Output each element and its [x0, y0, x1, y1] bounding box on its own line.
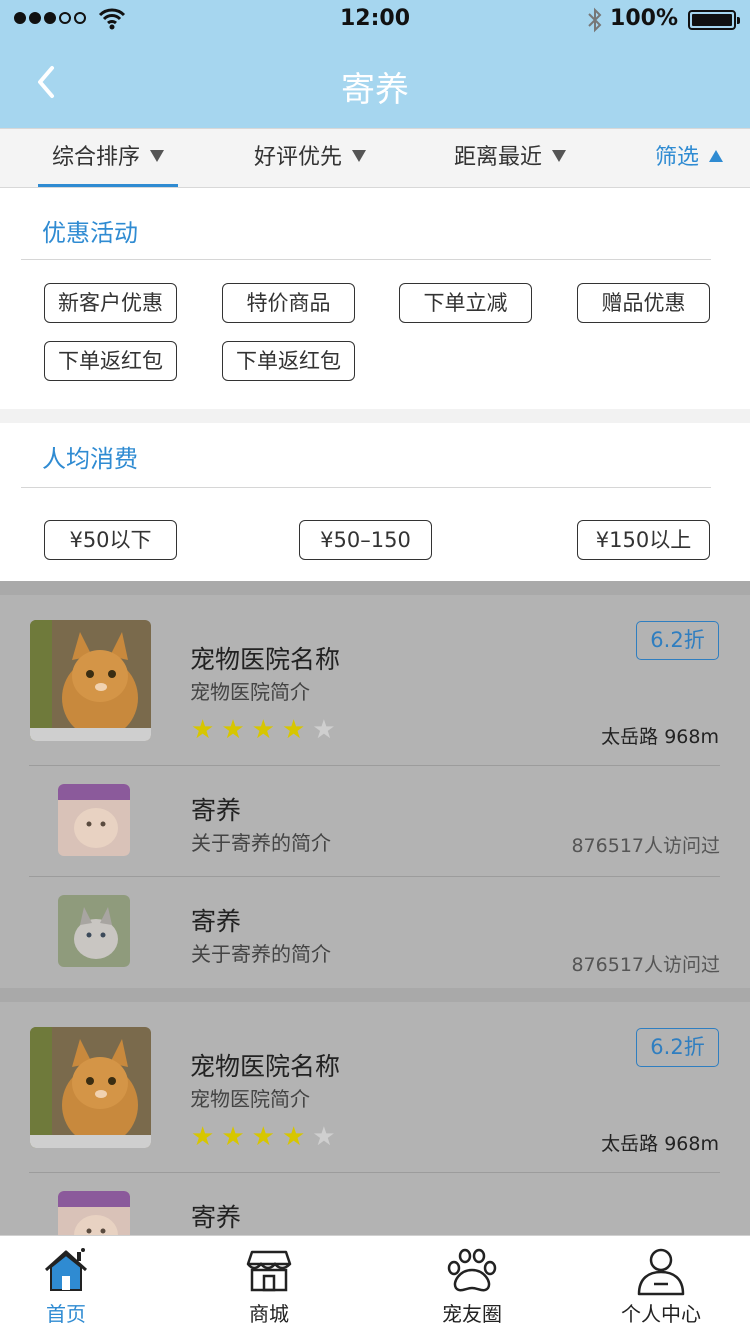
service-cat-image: [58, 895, 130, 967]
section-title: 优惠活动: [42, 219, 138, 247]
service-intro: 关于寄养的简介: [191, 831, 331, 855]
discount-badge: 6.2折: [636, 621, 719, 660]
star-filled-icon: ★: [281, 1122, 306, 1152]
divider: [21, 487, 711, 488]
divider: [29, 876, 720, 877]
star-empty-icon: ★: [312, 715, 336, 745]
hospital-name: 宠物医院名称: [190, 1052, 341, 1081]
section-gap: [0, 988, 750, 1002]
listing-card[interactable]: 宠物医院名称 宠物医院简介 6.2折 ★ ★ ★ ★ ★ 太岳路 968m 寄养…: [0, 595, 750, 988]
divider: [29, 1172, 720, 1173]
tab-label: 个人中心: [621, 1302, 701, 1326]
service-intro: 关于寄养的简介: [191, 942, 331, 966]
location-distance: 太岳路 968m: [601, 1133, 719, 1155]
section-title: 人均消费: [42, 445, 138, 473]
bottom-tab-bar: 首页 商城 宠友圈 个人中心: [0, 1235, 750, 1334]
visit-count: 876517人访问过: [571, 954, 720, 976]
status-bar: 12:00 100%: [0, 0, 750, 40]
filter-chip-red-packet[interactable]: 下单返红包: [222, 341, 355, 381]
star-filled-icon: ★: [191, 715, 215, 745]
price-chip-under-50[interactable]: ¥50以下: [44, 520, 177, 560]
discount-badge: 6.2折: [636, 1028, 719, 1067]
price-filter-section: 人均消费 ¥50以下 ¥50–150 ¥150以上: [0, 423, 750, 581]
filter-chip-red-packet[interactable]: 下单返红包: [44, 341, 177, 381]
battery-percentage: 100%: [610, 6, 678, 31]
location-distance: 太岳路 968m: [601, 726, 719, 748]
sort-tab-label: 距离最近: [454, 145, 543, 170]
rating-stars: ★ ★ ★ ★ ★: [191, 1124, 336, 1150]
caret-down-icon: [150, 150, 165, 162]
tab-pet-circle[interactable]: 宠友圈: [406, 1236, 538, 1334]
sort-tab-distance[interactable]: 距离最近: [454, 129, 567, 187]
price-chip-50-150[interactable]: ¥50–150: [299, 520, 432, 560]
divider: [21, 259, 711, 260]
tab-profile[interactable]: 个人中心: [596, 1236, 726, 1334]
filter-chip-gift[interactable]: 赠品优惠: [577, 283, 710, 323]
section-gap: [0, 581, 750, 595]
tab-label: 首页: [46, 1302, 86, 1326]
sort-bar: 综合排序 好评优先 距离最近 筛选: [0, 128, 750, 188]
hospital-cat-image: [30, 1027, 151, 1148]
hospital-name: 宠物医院名称: [190, 645, 341, 674]
star-filled-icon: ★: [221, 1122, 245, 1152]
battery-icon: [688, 10, 740, 30]
service-cat-image: [58, 784, 130, 856]
sort-tab-label: 筛选: [655, 145, 700, 170]
sort-tab-filter[interactable]: 筛选: [655, 129, 724, 187]
star-filled-icon: ★: [251, 1122, 275, 1152]
visit-count: 876517人访问过: [571, 835, 720, 857]
hospital-cat-image: [30, 620, 151, 741]
hospital-intro: 宠物医院简介: [190, 1087, 310, 1111]
user-icon: [637, 1248, 685, 1296]
sort-tab-rating[interactable]: 好评优先: [254, 129, 367, 187]
paw-icon: [447, 1248, 497, 1292]
price-chip-over-150[interactable]: ¥150以上: [577, 520, 710, 560]
caret-down-icon: [552, 150, 567, 162]
service-name: 寄养: [191, 907, 242, 936]
caret-down-icon: [352, 150, 367, 162]
tab-label: 商城: [249, 1302, 289, 1326]
section-gap: [0, 409, 750, 423]
sort-tab-comprehensive[interactable]: 综合排序: [52, 129, 165, 187]
star-filled-icon: ★: [251, 715, 275, 745]
caret-up-icon: [709, 150, 724, 162]
service-cat-image: [58, 1191, 130, 1235]
sort-tab-label: 好评优先: [254, 145, 343, 170]
tab-home[interactable]: 首页: [0, 1236, 132, 1334]
star-filled-icon: ★: [191, 1122, 215, 1152]
listing-card[interactable]: 宠物医院名称 宠物医院简介 6.2折 ★ ★ ★ ★ ★ 太岳路 968m 寄养: [0, 1002, 750, 1235]
star-filled-icon: ★: [221, 715, 245, 745]
home-icon: [44, 1248, 88, 1291]
star-filled-icon: ★: [281, 715, 306, 745]
service-name: 寄养: [191, 1203, 242, 1232]
store-icon: [246, 1250, 292, 1292]
navigation-header: 12:00 100% 寄养: [0, 0, 750, 128]
active-tab-indicator: [38, 184, 178, 187]
service-name: 寄养: [191, 796, 242, 825]
rating-stars: ★ ★ ★ ★ ★: [191, 717, 336, 743]
star-empty-icon: ★: [312, 1122, 336, 1152]
hospital-intro: 宠物医院简介: [190, 680, 310, 704]
page-title: 寄养: [341, 70, 409, 110]
filter-chip-order-discount[interactable]: 下单立减: [399, 283, 532, 323]
divider: [29, 765, 720, 766]
bluetooth-icon: [588, 7, 602, 33]
promotion-filter-section: 优惠活动 新客户优惠 特价商品 下单立减 赠品优惠 下单返红包 下单返红包: [0, 188, 750, 409]
tab-store[interactable]: 商城: [203, 1236, 335, 1334]
filter-chip-new-customer[interactable]: 新客户优惠: [44, 283, 177, 323]
tab-label: 宠友圈: [442, 1302, 502, 1326]
filter-chip-special-price[interactable]: 特价商品: [222, 283, 355, 323]
listing-results: 宠物医院名称 宠物医院简介 6.2折 ★ ★ ★ ★ ★ 太岳路 968m 寄养…: [0, 581, 750, 1235]
sort-tab-label: 综合排序: [52, 145, 141, 170]
